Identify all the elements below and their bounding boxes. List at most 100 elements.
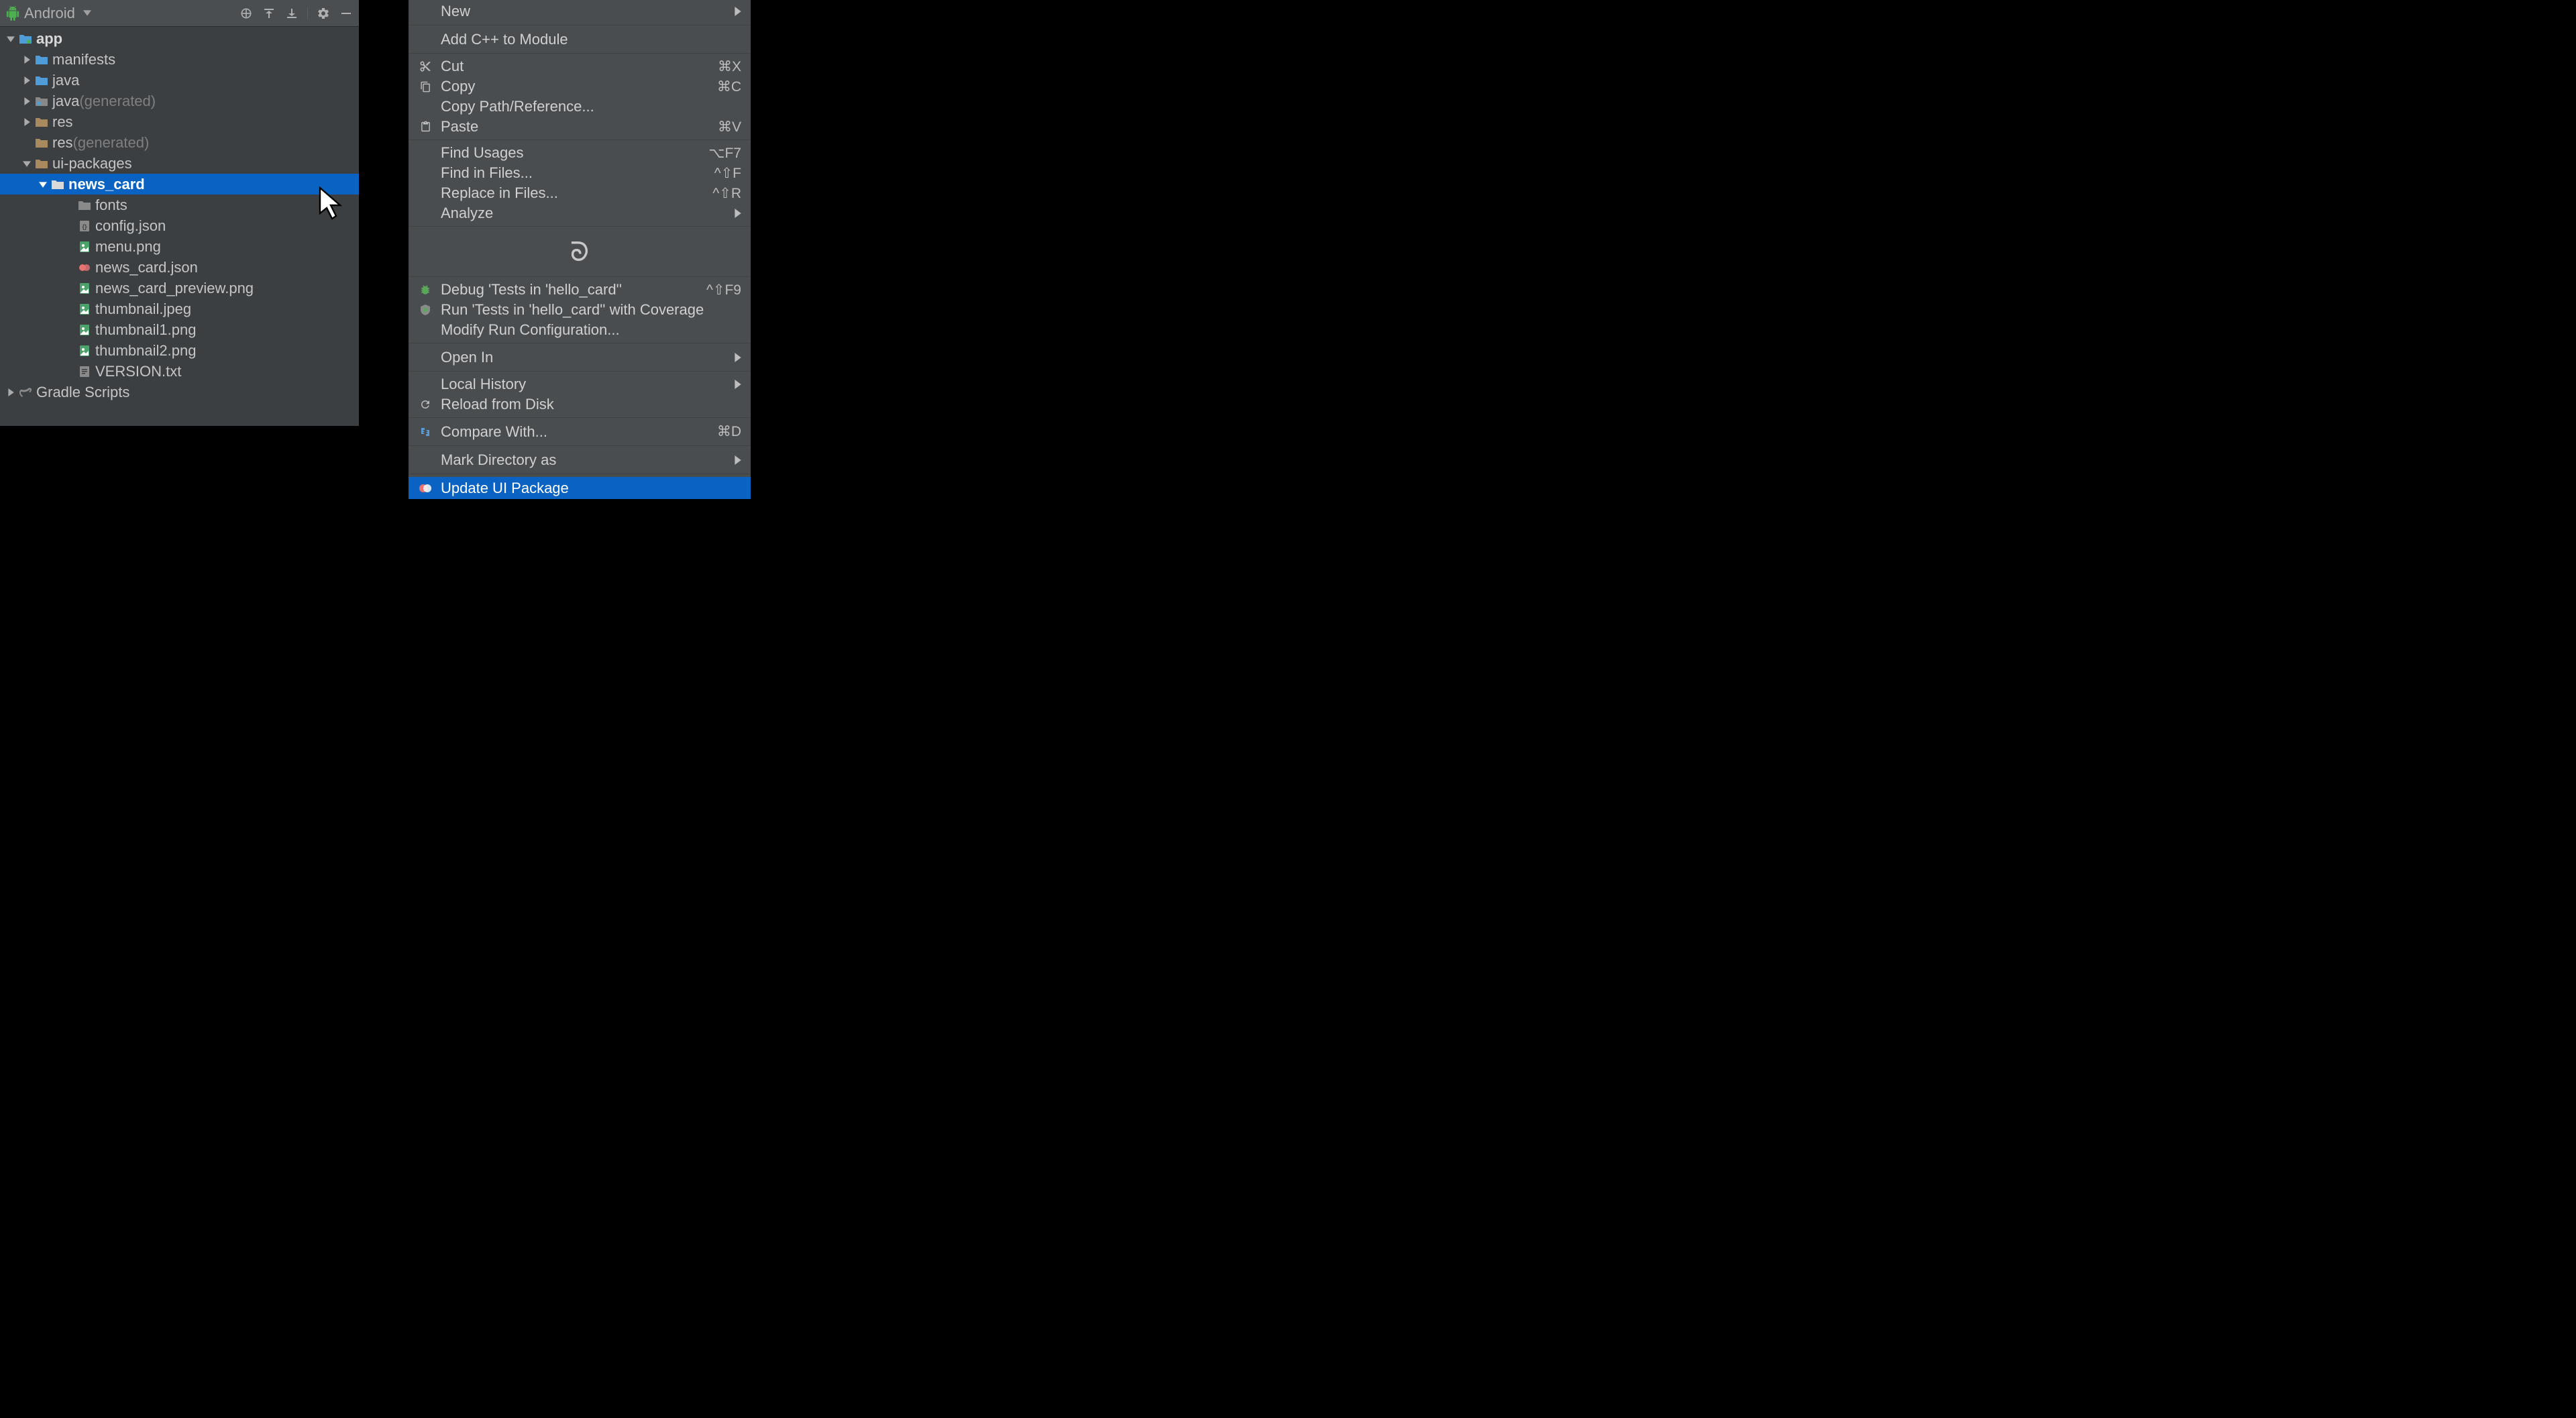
tree-label: res bbox=[52, 113, 73, 131]
chevron-right-icon[interactable] bbox=[7, 388, 17, 396]
chevron-right-icon[interactable] bbox=[23, 97, 34, 105]
tree-node-fonts[interactable]: fonts bbox=[0, 195, 359, 215]
folder-icon bbox=[76, 200, 93, 210]
menu-item-cut[interactable]: Cut ⌘X bbox=[409, 56, 751, 76]
menu-item-paste[interactable]: Paste ⌘V bbox=[409, 117, 751, 137]
tree-node-gradle-scripts[interactable]: Gradle Scripts bbox=[0, 382, 359, 402]
chevron-down-icon[interactable] bbox=[7, 35, 17, 43]
tree-node-app[interactable]: app bbox=[0, 28, 359, 49]
tree-node-thumbnail-jpeg[interactable]: thumbnail.jpeg bbox=[0, 298, 359, 319]
image-file-icon bbox=[76, 241, 93, 253]
separator bbox=[307, 7, 308, 20]
gear-icon[interactable] bbox=[316, 6, 331, 21]
menu-label: Paste bbox=[441, 118, 718, 135]
tree-node-config-json[interactable]: {} config.json bbox=[0, 215, 359, 236]
scissors-icon bbox=[418, 59, 433, 74]
tree-node-news-card[interactable]: news_card bbox=[0, 174, 359, 195]
separator bbox=[409, 371, 751, 372]
tree-label: news_card_preview.png bbox=[95, 280, 254, 297]
menu-item-modify-run-config[interactable]: Modify Run Configuration... bbox=[409, 320, 751, 340]
menu-label: Reload from Disk bbox=[441, 396, 741, 413]
menu-refactor-section: ᘐ bbox=[409, 229, 751, 274]
menu-label: Add C++ to Module bbox=[441, 31, 741, 48]
menu-label: Find Usages bbox=[441, 144, 708, 162]
menu-item-copy-path[interactable]: Copy Path/Reference... bbox=[409, 97, 751, 117]
hide-panel-icon[interactable] bbox=[339, 6, 354, 21]
menu-label: Compare With... bbox=[441, 423, 717, 441]
tree-node-menu-png[interactable]: menu.png bbox=[0, 236, 359, 257]
gradle-icon bbox=[17, 387, 34, 398]
coverage-icon bbox=[418, 303, 433, 317]
chevron-right-icon[interactable] bbox=[23, 118, 34, 126]
tree-node-java-generated[interactable]: java (generated) bbox=[0, 91, 359, 111]
separator bbox=[409, 53, 751, 54]
tree-node-thumbnail1-png[interactable]: thumbnail1.png bbox=[0, 319, 359, 340]
menu-label: Update UI Package bbox=[441, 480, 741, 497]
menu-label: New bbox=[441, 3, 735, 20]
menu-item-find-usages[interactable]: Find Usages ⌥F7 bbox=[409, 143, 751, 163]
menu-label: Analyze bbox=[441, 205, 735, 222]
menu-item-update-ui-package[interactable]: Update UI Package bbox=[409, 477, 751, 499]
menu-label: Debug 'Tests in 'hello_card'' bbox=[441, 281, 706, 298]
resources-folder-icon bbox=[34, 117, 50, 127]
expand-all-icon[interactable] bbox=[262, 6, 276, 21]
menu-shortcut: ⌘V bbox=[718, 119, 741, 135]
menu-item-analyze[interactable]: Analyze bbox=[409, 203, 751, 223]
menu-shortcut: ^⇧F bbox=[714, 165, 741, 182]
tree-node-news-card-preview-png[interactable]: news_card_preview.png bbox=[0, 278, 359, 298]
tree-node-res-generated[interactable]: • res (generated) bbox=[0, 132, 359, 153]
dropdown-arrow-icon[interactable] bbox=[83, 10, 91, 17]
menu-item-debug-tests[interactable]: Debug 'Tests in 'hello_card'' ^⇧F9 bbox=[409, 280, 751, 300]
tree-node-news-card-json[interactable]: news_card.json bbox=[0, 257, 359, 278]
separator bbox=[409, 445, 751, 446]
select-opened-file-icon[interactable] bbox=[239, 6, 254, 21]
tree-label: news_card.json bbox=[95, 259, 198, 276]
menu-shortcut: ^⇧R bbox=[712, 185, 741, 202]
menu-item-mark-directory-as[interactable]: Mark Directory as bbox=[409, 449, 751, 471]
svg-text:{}: {} bbox=[82, 223, 87, 230]
tree-node-java[interactable]: java bbox=[0, 70, 359, 91]
project-tree[interactable]: app manifests java java (generated) res bbox=[0, 27, 359, 402]
menu-item-find-in-files[interactable]: Find in Files... ^⇧F bbox=[409, 163, 751, 183]
chevron-down-icon[interactable] bbox=[23, 160, 34, 168]
chevron-right-icon[interactable] bbox=[23, 76, 34, 85]
tree-label: res bbox=[52, 134, 73, 152]
menu-item-compare-with[interactable]: Compare With... ⌘D bbox=[409, 421, 751, 443]
menu-item-local-history[interactable]: Local History bbox=[409, 374, 751, 394]
chevron-right-icon[interactable] bbox=[23, 56, 34, 64]
bug-icon bbox=[418, 282, 433, 297]
tree-node-ui-packages[interactable]: ui-packages bbox=[0, 153, 359, 174]
menu-item-reload-from-disk[interactable]: Reload from Disk bbox=[409, 394, 751, 415]
tree-label: config.json bbox=[95, 217, 166, 235]
menu-label: Copy Path/Reference... bbox=[441, 98, 741, 115]
collapse-all-icon[interactable] bbox=[284, 6, 299, 21]
tree-label-suffix: (generated) bbox=[73, 134, 150, 152]
menu-label: Find in Files... bbox=[441, 164, 714, 182]
menu-label: Cut bbox=[441, 58, 718, 75]
project-panel: Android app manifests bbox=[0, 0, 359, 426]
chevron-down-icon[interactable] bbox=[39, 180, 50, 188]
tree-node-version-txt[interactable]: VERSION.txt bbox=[0, 361, 359, 382]
text-file-icon bbox=[76, 366, 93, 378]
menu-item-new[interactable]: New bbox=[409, 0, 751, 22]
tree-node-res[interactable]: res bbox=[0, 111, 359, 132]
json-file-icon: {} bbox=[76, 220, 93, 232]
copy-icon bbox=[418, 79, 433, 94]
menu-item-add-cpp[interactable]: Add C++ to Module bbox=[409, 28, 751, 50]
menu-item-open-in[interactable]: Open In bbox=[409, 346, 751, 368]
tree-node-manifests[interactable]: manifests bbox=[0, 49, 359, 70]
tree-label: thumbnail.jpeg bbox=[95, 301, 191, 318]
tree-node-thumbnail2-png[interactable]: thumbnail2.png bbox=[0, 340, 359, 361]
menu-label: Copy bbox=[441, 78, 717, 95]
menu-label: Run 'Tests in 'hello_card'' with Coverag… bbox=[441, 301, 741, 319]
menu-shortcut: ⌘C bbox=[717, 78, 741, 95]
submenu-arrow-icon bbox=[735, 455, 741, 465]
separator bbox=[409, 276, 751, 277]
resources-folder-icon bbox=[34, 138, 50, 148]
folder-icon bbox=[34, 75, 50, 85]
menu-item-replace-in-files[interactable]: Replace in Files... ^⇧R bbox=[409, 183, 751, 203]
menu-item-run-tests-coverage[interactable]: Run 'Tests in 'hello_card'' with Coverag… bbox=[409, 300, 751, 320]
tree-label: ui-packages bbox=[52, 155, 132, 172]
view-selector-label[interactable]: Android bbox=[24, 5, 75, 22]
menu-item-copy[interactable]: Copy ⌘C bbox=[409, 76, 751, 97]
